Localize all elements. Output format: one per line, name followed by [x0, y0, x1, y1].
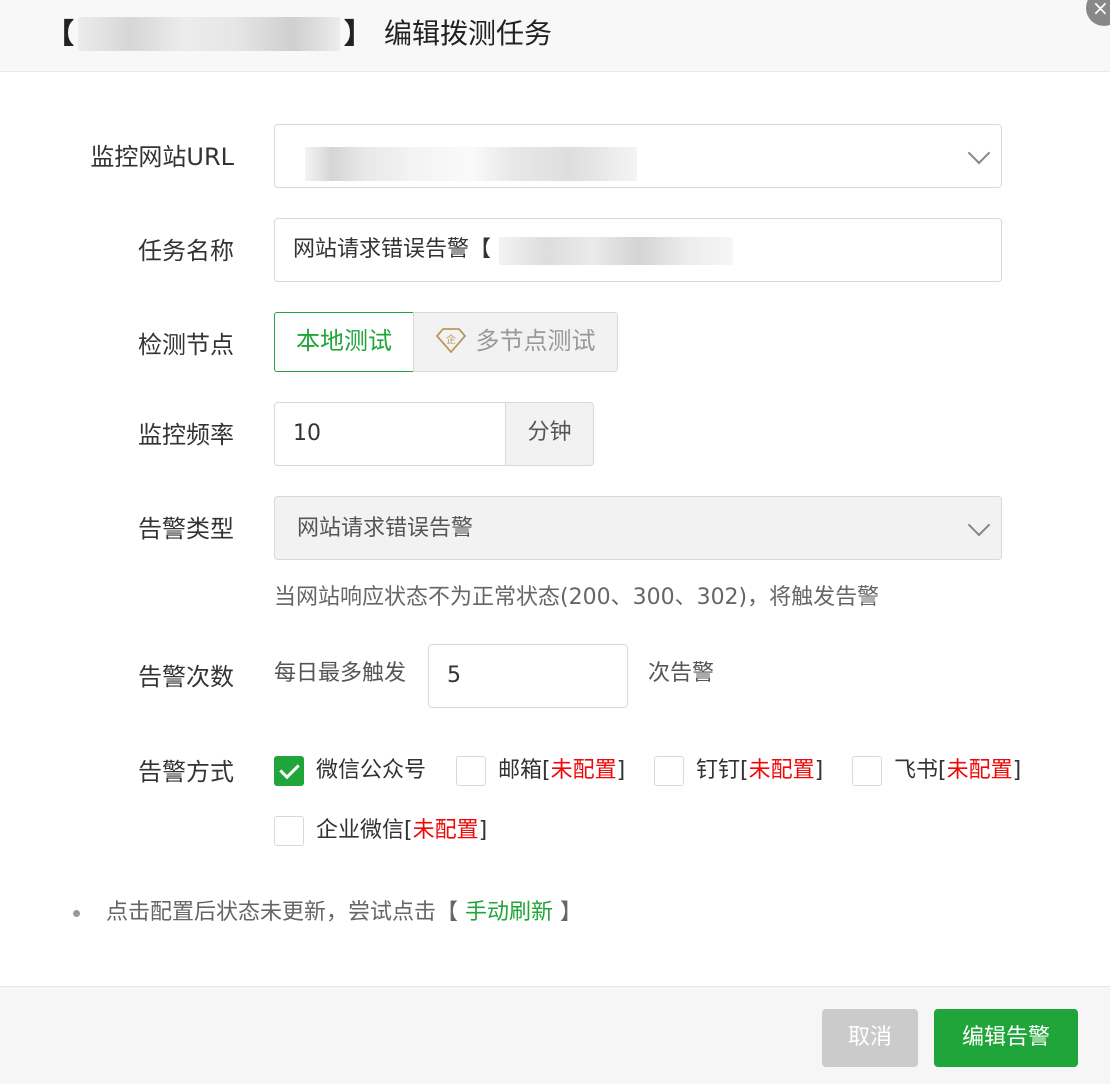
task-name-label: 任务名称: [138, 237, 234, 265]
feishu-label: 飞书[未配置]: [894, 758, 1022, 783]
alert-type-hint: 当网站响应状态不为正常状态(200、300、302)，将触发告警: [274, 585, 880, 610]
refresh-tip: 点击配置后状态未更新，尝试点击【 手动刷新 】: [106, 900, 583, 925]
svg-text:企: 企: [446, 333, 456, 346]
alert-method-label: 告警方式: [138, 758, 234, 786]
alert-count-label: 告警次数: [138, 663, 234, 691]
email-label: 邮箱[未配置]: [498, 758, 626, 783]
alert-count-suffix: 次告警: [648, 661, 715, 686]
frequency-unit: 分钟: [505, 402, 594, 466]
checkbox-feishu[interactable]: [852, 756, 882, 786]
wechat-official-label: 微信公众号: [316, 758, 427, 783]
alert-count-input[interactable]: 5: [428, 644, 628, 708]
dingtalk-unconfigured[interactable]: 未配置: [749, 758, 815, 783]
alert-type-value: 网站请求错误告警: [297, 516, 474, 541]
tip-bullet: [73, 910, 80, 917]
alert-type-label: 告警类型: [138, 515, 234, 543]
dialog-header: 【 】 编辑拨测任务: [0, 0, 1110, 72]
redacted-site-name: [78, 17, 341, 51]
url-label: 监控网站URL: [90, 143, 234, 171]
checkbox-email[interactable]: [456, 756, 486, 786]
wecom-label: 企业微信[未配置]: [316, 818, 488, 843]
dialog-title-text: 编辑拨测任务: [384, 17, 553, 50]
node-label: 检测节点: [138, 331, 234, 359]
alert-type-select[interactable]: 网站请求错误告警: [274, 496, 1002, 560]
frequency-label: 监控频率: [138, 421, 234, 449]
redacted-task-name: [499, 237, 733, 265]
task-name-value: 网站请求错误告警【: [293, 237, 492, 262]
wecom-unconfigured[interactable]: 未配置: [413, 818, 479, 843]
dingtalk-label: 钉钉[未配置]: [696, 758, 824, 783]
alert-count-prefix: 每日最多触发: [274, 661, 407, 686]
chevron-down-icon: [967, 141, 991, 165]
dialog-footer: 取消 编辑告警: [0, 986, 1110, 1084]
premium-gem-icon: 企: [435, 328, 466, 353]
task-name-input[interactable]: 网站请求错误告警【: [274, 218, 1002, 282]
url-select[interactable]: [274, 124, 1002, 188]
title-bracket-open: 【: [46, 17, 75, 50]
checkbox-wechat-official[interactable]: [274, 756, 304, 786]
cancel-button[interactable]: 取消: [822, 1009, 918, 1067]
title-bracket-close: 】: [344, 17, 373, 50]
manual-refresh-link[interactable]: 手动刷新: [465, 900, 553, 925]
frequency-value: 10: [293, 421, 321, 446]
option-multi-node-test[interactable]: 企 多节点测试: [413, 312, 618, 372]
option-local-test[interactable]: 本地测试: [274, 312, 414, 372]
dialog-title: 【 】 编辑拨测任务: [46, 14, 552, 54]
checkbox-dingtalk[interactable]: [654, 756, 684, 786]
alert-count-value: 5: [447, 663, 461, 688]
email-unconfigured[interactable]: 未配置: [551, 758, 617, 783]
feishu-unconfigured[interactable]: 未配置: [947, 758, 1013, 783]
edit-alert-button[interactable]: 编辑告警: [934, 1009, 1078, 1067]
redacted-url-value: [305, 147, 637, 181]
multi-node-label: 多节点测试: [475, 327, 596, 355]
checkbox-wecom[interactable]: [274, 816, 304, 846]
chevron-down-icon: [967, 513, 991, 537]
frequency-input[interactable]: 10: [274, 402, 506, 466]
